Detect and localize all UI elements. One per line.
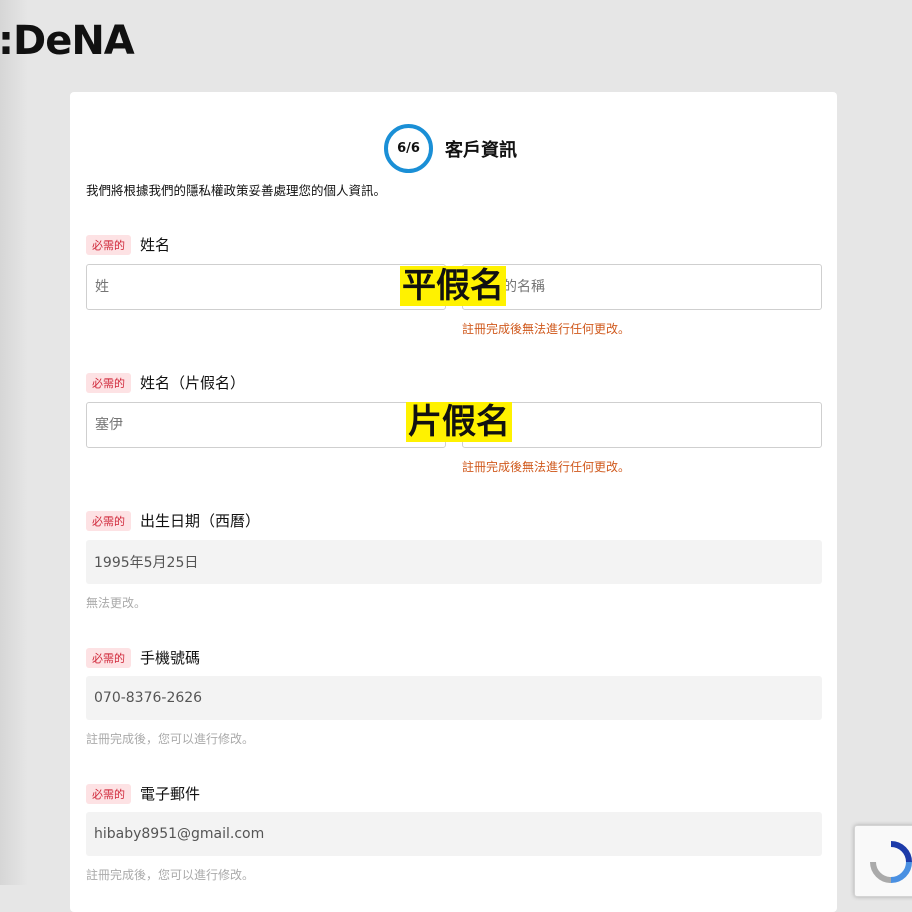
customer-info-card: 6/6 客戶資訊 我們將根據我們的隱私權政策妥善處理您的個人資訊。 必需的 姓名… — [70, 92, 837, 912]
step-indicator: 6/6 — [384, 124, 433, 173]
katakana-annotation: 片假名 — [406, 402, 512, 442]
birthdate-label-row: 必需的 出生日期（西曆） — [86, 510, 260, 531]
required-badge: 必需的 — [86, 372, 131, 393]
recaptcha-badge[interactable] — [854, 825, 912, 897]
phone-note: 註冊完成後，您可以進行修改。 — [86, 732, 255, 746]
required-badge: 必需的 — [86, 234, 131, 255]
step-header: 6/6 客戶資訊 — [384, 124, 517, 173]
katakana-label-row: 必需的 姓名（片假名） — [86, 372, 245, 393]
required-badge: 必需的 — [86, 510, 131, 531]
name-label: 姓名 — [140, 236, 171, 254]
required-badge: 必需的 — [86, 783, 131, 804]
page-title: 客戶資訊 — [445, 139, 517, 161]
required-badge: 必需的 — [86, 647, 131, 668]
phone-label: 手機號碼 — [140, 649, 201, 667]
katakana-label: 姓名（片假名） — [140, 374, 246, 392]
birthdate-field: 1995年5月25日 — [86, 540, 822, 584]
last-name-katakana-input[interactable] — [86, 402, 446, 448]
hiragana-annotation: 平假名 — [400, 266, 506, 306]
first-name-input[interactable] — [462, 264, 822, 310]
name-note: 註冊完成後無法進行任何更改。 — [462, 322, 631, 336]
dena-logo[interactable]: :DeNA — [0, 18, 135, 64]
email-label-row: 必需的 電子郵件 — [86, 783, 200, 804]
first-name-katakana-input[interactable] — [462, 402, 822, 448]
birthdate-label: 出生日期（西曆） — [140, 512, 261, 530]
name-label-row: 必需的 姓名 — [86, 234, 170, 255]
phone-label-row: 必需的 手機號碼 — [86, 647, 200, 668]
privacy-intro: 我們將根據我們的隱私權政策妥善處理您的個人資訊。 — [86, 183, 387, 198]
email-label: 電子郵件 — [140, 785, 201, 803]
recaptcha-icon — [870, 841, 912, 883]
birthdate-note: 無法更改。 — [86, 596, 147, 610]
left-shade — [0, 0, 28, 885]
phone-field: 070-8376-2626 — [86, 676, 822, 720]
katakana-note: 註冊完成後無法進行任何更改。 — [462, 460, 631, 474]
email-note: 註冊完成後，您可以進行修改。 — [86, 868, 255, 882]
email-field: hibaby8951@gmail.com — [86, 812, 822, 856]
last-name-input[interactable] — [86, 264, 446, 310]
